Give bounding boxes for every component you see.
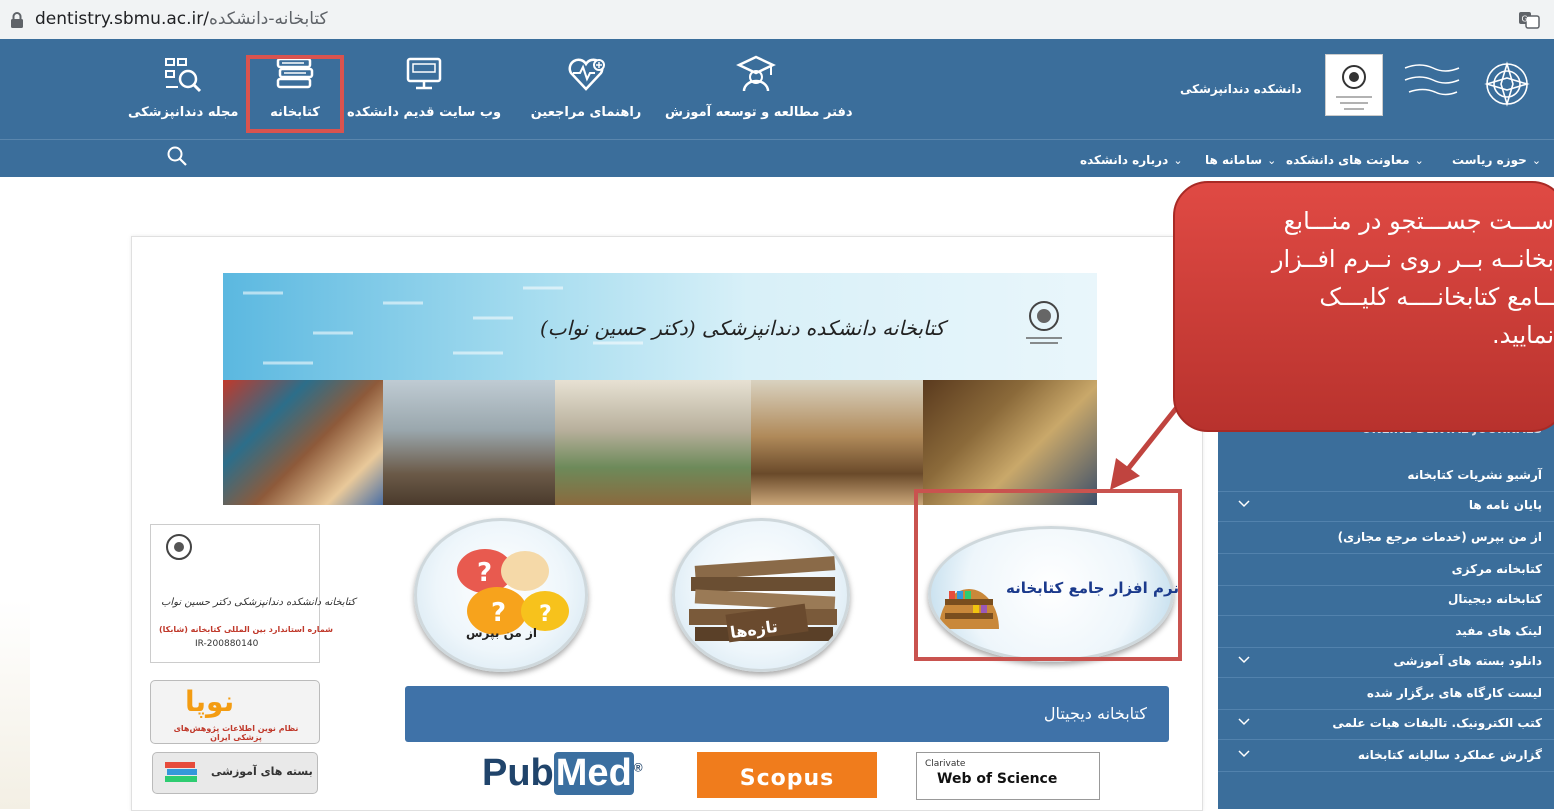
brand-name: دانشکده دندانپزشکی xyxy=(1180,82,1302,96)
library-sidebar: آرشیو نشریات کتابخانه پایان نامه ها از م… xyxy=(1218,399,1554,809)
photo-reading-room xyxy=(383,380,555,505)
photo-shelves xyxy=(923,380,1097,505)
university-logo-icon xyxy=(1404,61,1530,107)
sidebar-item-edu-packs[interactable]: دانلود بسته های آموزشی xyxy=(1218,647,1554,678)
sidebar-item-ask-me[interactable]: از من بپرس (خدمات مرجع مجازی) xyxy=(1218,523,1554,554)
brand-logos[interactable]: دانشکده دندانپزشکی xyxy=(1180,48,1554,132)
banner-title: کتابخانه دانشکده دندانپزشکی (دکتر حسین ن… xyxy=(540,316,945,340)
subnav-item-presidency[interactable]: حوزه ریاست ⌄ xyxy=(1452,149,1541,168)
educational-packs-link[interactable]: بسته های آموزشی xyxy=(152,752,318,794)
nav-tile-label: مجله دندانپزشکی xyxy=(128,105,239,120)
highlight-box-software xyxy=(914,489,1182,661)
university-seal-icon xyxy=(1026,301,1062,344)
sidebar-item-journals-archive[interactable]: آرشیو نشریات کتابخانه xyxy=(1218,461,1554,492)
web-of-science-link[interactable]: Clarivate Web of Science xyxy=(916,752,1100,800)
sidebar-item-central-library[interactable]: کتابخانه مرکزی xyxy=(1218,555,1554,586)
ask-me-tile[interactable]: ? ? ? xyxy=(414,518,588,672)
chevron-down-icon xyxy=(1238,656,1250,664)
faculty-seal-icon xyxy=(1325,54,1383,116)
highlight-box-library xyxy=(246,55,344,133)
heartbeat-icon xyxy=(568,58,605,91)
photo-hall xyxy=(555,380,751,505)
chevron-down-icon xyxy=(1238,500,1250,508)
subnav-item-deputies[interactable]: معاونت های دانشکده ⌄ xyxy=(1286,149,1424,168)
svg-text:?: ? xyxy=(477,558,492,588)
subnav-item-systems[interactable]: سامانه ها ⌄ xyxy=(1205,149,1276,168)
pubmed-link[interactable]: PubMed ® xyxy=(478,752,660,798)
sidebar-item-workshops[interactable]: لیست کارگاه های برگزار شده xyxy=(1218,679,1554,710)
nav-tile-visitor-guide[interactable]: راهنمای مراجعین xyxy=(514,39,658,129)
address-bar[interactable]: dentistry.sbmu.ac.ir/کتابخانه-دانشکده G xyxy=(0,0,1554,40)
svg-text:G: G xyxy=(1522,15,1528,24)
chevron-down-icon: ⌄ xyxy=(1173,154,1183,167)
photo-study-area xyxy=(751,380,923,505)
callout-text: ســـت جســـتجو در منـــابع بخانــه بــر … xyxy=(1271,207,1554,349)
new-books-tile[interactable] xyxy=(672,518,850,672)
ask-me-label: از من بپرس xyxy=(466,626,538,640)
sidebar-item-annual-report[interactable]: گزارش عملکرد سالیانه کتابخانه xyxy=(1218,741,1554,772)
nav-tile-old-website[interactable]: وب سایت قدیم دانشکده xyxy=(344,39,504,129)
url-text[interactable]: dentistry.sbmu.ac.ir/کتابخانه-دانشکده xyxy=(35,9,328,29)
nav-tile-label: دفتر مطالعه و توسعه آموزش xyxy=(665,105,853,120)
chevron-down-icon: ⌄ xyxy=(1414,154,1424,167)
nav-tile-edc[interactable]: دفتر مطالعه و توسعه آموزش xyxy=(665,39,853,129)
search-icon[interactable] xyxy=(166,145,188,167)
lock-icon xyxy=(11,12,23,28)
books-stack-icon xyxy=(165,762,197,782)
nav-tile-journal[interactable]: مجله دندانپزشکی xyxy=(128,39,238,129)
chevron-down-icon: ⌄ xyxy=(1267,154,1277,167)
subnav-item-about[interactable]: درباره دانشکده ⌄ xyxy=(1080,149,1183,168)
sidebar-item-useful-links[interactable]: لینک های مفید xyxy=(1218,617,1554,648)
monitor-icon xyxy=(406,57,442,90)
research-icon xyxy=(165,58,202,93)
page-edge-decoration xyxy=(0,600,30,809)
graduate-icon xyxy=(736,55,776,92)
nav-tile-label: وب سایت قدیم دانشکده xyxy=(346,105,502,120)
seal-icon xyxy=(166,534,192,560)
svg-text:?: ? xyxy=(491,598,506,628)
photo-books xyxy=(223,380,383,505)
noopa-link[interactable]: نوپا نظام نوین اطلاعات پژوهش‌های پزشکی ا… xyxy=(150,680,320,744)
library-badge[interactable]: کتابخانه دانشکده دندانپزشکی دکتر حسین نو… xyxy=(150,524,356,663)
chevron-down-icon xyxy=(1238,750,1250,758)
translate-icon[interactable]: G xyxy=(1518,11,1540,29)
chevron-down-icon xyxy=(1238,718,1250,726)
digital-library-header: کتابخانه دیجیتال xyxy=(405,686,1169,742)
svg-text:?: ? xyxy=(539,602,552,627)
sidebar-item-digital-library[interactable]: کتابخانه دیجیتال xyxy=(1218,585,1554,616)
sidebar-item-theses[interactable]: پایان نامه ها xyxy=(1218,491,1554,522)
scopus-link[interactable]: Scopus xyxy=(697,752,877,798)
chevron-down-icon: ⌄ xyxy=(1531,154,1542,167)
nav-tile-label: راهنمای مراجعین xyxy=(530,105,642,120)
library-photos xyxy=(223,380,1097,505)
sidebar-item-ebooks[interactable]: کتب الکترونیک. تالیفات هیات علمی xyxy=(1218,709,1554,740)
